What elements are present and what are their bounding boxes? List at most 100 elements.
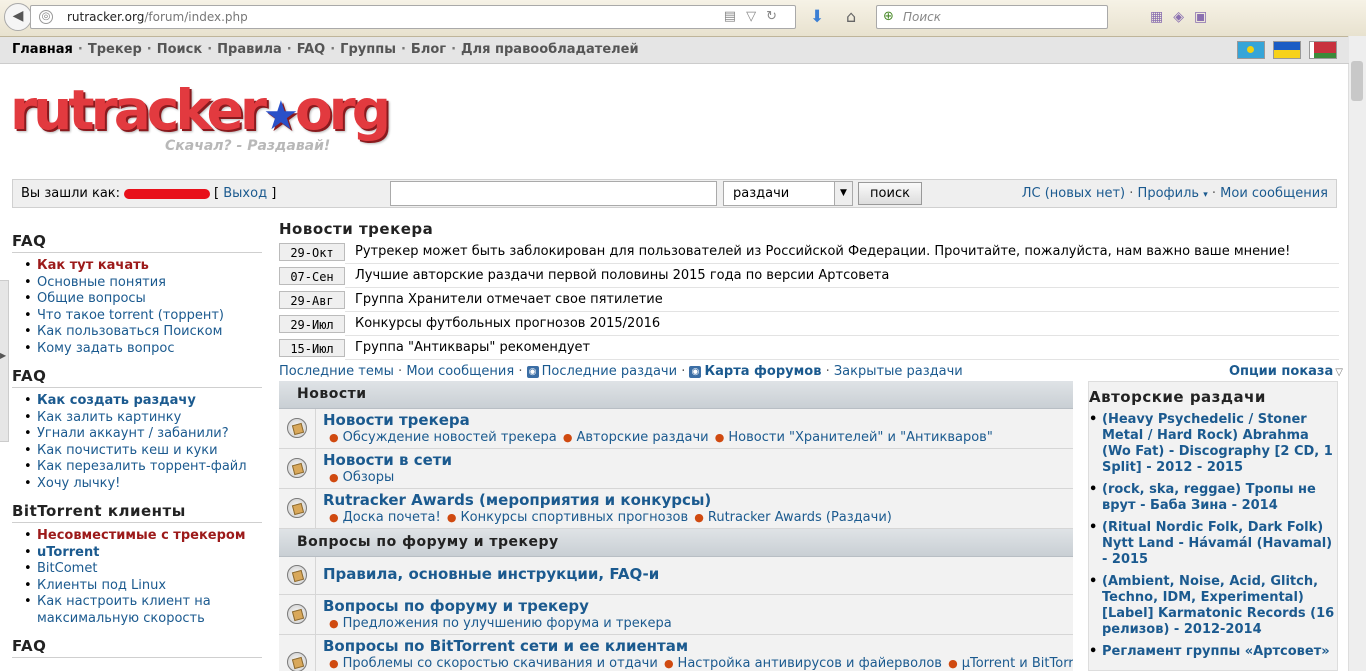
sidebar-item[interactable]: BitComet [24,561,262,578]
logout-link[interactable]: Выход [223,186,267,201]
sidebar-item[interactable]: Как почистить кеш и куки [24,443,262,460]
search-scope-select[interactable]: раздачи ▼ [723,181,853,206]
sidebar-item[interactable]: Хочу лычку! [24,476,262,493]
closed-releases-link[interactable]: Закрытые раздачи [834,364,963,379]
latest-releases-link[interactable]: Последние раздачи [542,364,677,379]
subforum-link[interactable]: Доска почета! [343,510,441,525]
address-bar[interactable]: ◎ rutracker.org/forum/index.php ▤▽↻ [30,5,796,29]
sidebar-item[interactable]: Несовместимые с трекером [24,528,262,545]
sidebar-item-label: Угнали аккаунт / забанили? [37,426,229,441]
reader-icon[interactable]: ▤ [724,9,746,24]
rss-icon[interactable]: ◉ [526,365,539,378]
logged-in-label: Вы зашли как: [21,186,121,201]
news-link[interactable]: Группа "Антиквары" рекомендует [355,340,590,355]
sidebar-item[interactable]: Как тут качать [24,258,262,275]
scrollbar-thumb[interactable] [1351,61,1363,101]
subforum-link[interactable]: Обсуждение новостей трекера [343,430,557,445]
sidebar-item[interactable]: Как настроить клиент на максимальную ско… [24,594,262,627]
forum-title-link[interactable]: Вопросы по форуму и трекеру [323,597,589,615]
sidebar-item[interactable]: Что такое torrent (торрент) [24,308,262,325]
bullet-icon: ● [714,431,725,444]
author-release-link[interactable]: (Ritual Nordic Folk, Dark Folk) Nytt Lan… [1089,520,1337,568]
author-release-link[interactable]: (rock, ska, reggae) Тропы не врут - Баба… [1089,482,1337,514]
forum-row: Вопросы по форуму и трекеру ● Предложения … [279,595,1073,635]
subforum-link[interactable]: µTorrent и BitTorrent [962,656,1073,671]
sidebar-item[interactable]: Общие вопросы [24,291,262,308]
forum-title-link[interactable]: Новости трекера [323,411,470,429]
browser-search[interactable]: ⊕ Поиск [876,5,1108,29]
top-navigation: Главная · Трекер · Поиск · Правила · FAQ · Группы ·… [0,37,1349,64]
sidebar-item-label: Несовместимые с трекером [37,528,246,543]
search-input[interactable] [390,181,717,206]
sidebar-item[interactable]: Угнали аккаунт / забанили? [24,426,262,443]
news-link[interactable]: Конкурсы футбольных прогнозов 2015/2016 [355,316,660,331]
news-link[interactable]: Лучшие авторские раздачи первой половины… [355,268,889,283]
sidebar-item[interactable]: Как пользоваться Поиском [24,324,262,341]
subforum-link[interactable]: Предложения по улучшению форума и трекер… [343,616,672,631]
url-text[interactable]: rutracker.org/forum/index.php [67,10,248,24]
forum-title-link[interactable]: Rutracker Awards (мероприятия и конкурсы… [323,491,711,509]
subforum-link[interactable]: Новости "Хранителей" и "Антикваров" [728,430,992,445]
sidebar-item[interactable]: Кому задать вопрос [24,341,262,358]
flag-kazakhstan-icon[interactable] [1236,41,1265,59]
site-logo[interactable]: rutracker★org Скачал? - Раздавай! [10,78,391,158]
home-icon[interactable]: ⌂ [846,7,856,26]
my-messages-sub-link[interactable]: Мои сообщения [406,364,514,379]
news-link[interactable]: Рутрекер может быть заблокирован для пол… [355,244,1290,259]
forum-title-link[interactable]: Новости в сети [323,451,452,469]
my-messages-link[interactable]: Мои сообщения [1220,186,1328,201]
download-icon[interactable]: ⬇ [810,7,824,27]
chevron-down-icon[interactable]: ▼ [834,182,852,205]
forum-map-link[interactable]: Карта форумов [704,364,821,379]
extension-icon[interactable]: ▦ [1150,9,1173,25]
search-engine-icon[interactable]: ⊕ [883,9,894,24]
search-button[interactable]: поиск [858,182,922,205]
subforum-link[interactable]: Обзоры [343,470,395,485]
nav-item[interactable]: Блог [411,42,446,57]
nav-item[interactable]: Группы [340,42,396,57]
author-release-link[interactable]: (Ambient, Noise, Acid, Glitch, Techno, I… [1089,574,1337,638]
sidebar-item[interactable]: uTorrent [24,545,262,562]
sidebar-toggle[interactable]: ▶ [0,280,9,442]
nav-item[interactable]: FAQ [297,42,326,57]
category-header[interactable]: Вопросы по форуму и трекеру [279,529,1073,557]
star-icon: ★ [262,93,299,139]
sidebar-item[interactable]: Клиенты под Linux [24,578,262,595]
category-header[interactable]: Новости [279,381,1073,409]
extension-icon[interactable]: ◈ [1173,9,1194,25]
reload-icon[interactable]: ↻ [766,9,787,24]
profile-menu-icon[interactable]: ▾ [1203,190,1208,200]
nav-item[interactable]: Правила [217,42,282,57]
pm-link[interactable]: ЛС (новых нет) [1022,186,1125,201]
flag-ukraine-icon[interactable] [1272,41,1301,59]
profile-link[interactable]: Профиль [1138,186,1200,201]
rss-icon[interactable]: ◉ [689,365,702,378]
nav-item[interactable]: Поиск [157,42,202,57]
vertical-scrollbar[interactable] [1348,36,1366,671]
flag-belarus-icon[interactable] [1309,41,1337,59]
sidebar-item[interactable]: Как перезалить торрент-файл [24,459,262,476]
extension-icon[interactable]: ▣ [1194,9,1217,25]
subforum-link[interactable]: Конкурсы спортивных прогнозов [460,510,688,525]
sidebar-item[interactable]: Основные понятия [24,275,262,292]
nav-item[interactable]: Главная [12,42,73,57]
sidebar-section-title: FAQ [12,232,262,253]
news-link[interactable]: Группа Хранители отмечает свое пятилетие [355,292,663,307]
sidebar-item[interactable]: Как залить картинку [24,410,262,427]
forum-title-link[interactable]: Правила, основные инструкции, FAQ-и [323,565,659,583]
display-options-link[interactable]: Опции показа ▽ [1229,364,1343,379]
subforum-link[interactable]: Настройка антивирусов и файерволов [678,656,942,671]
latest-topics-link[interactable]: Последние темы [279,364,394,379]
sidebar-item[interactable]: Как создать раздачу [24,393,262,410]
nav-item[interactable]: Для правообладателей [461,42,639,57]
forum-title-link[interactable]: Вопросы по BitTorrent сети и ее клиентам [323,637,688,655]
subforum-link[interactable]: Проблемы со скоростью скачивания и отдач… [343,656,658,671]
subforum-link[interactable]: Rutracker Awards (Раздачи) [708,510,892,525]
back-button[interactable]: ◀ [4,3,32,31]
author-release-link[interactable]: Регламент группы «Артсовет» [1089,644,1337,660]
nav-item[interactable]: Трекер [88,42,142,57]
sidebar-section-title: FAQ [12,367,262,388]
subforum-link[interactable]: Авторские раздачи [577,430,709,445]
author-release-link[interactable]: (Heavy Psychedelic / Stoner Metal / Hard… [1089,412,1337,476]
dropdown-arrow-icon[interactable]: ▽ [746,9,766,24]
